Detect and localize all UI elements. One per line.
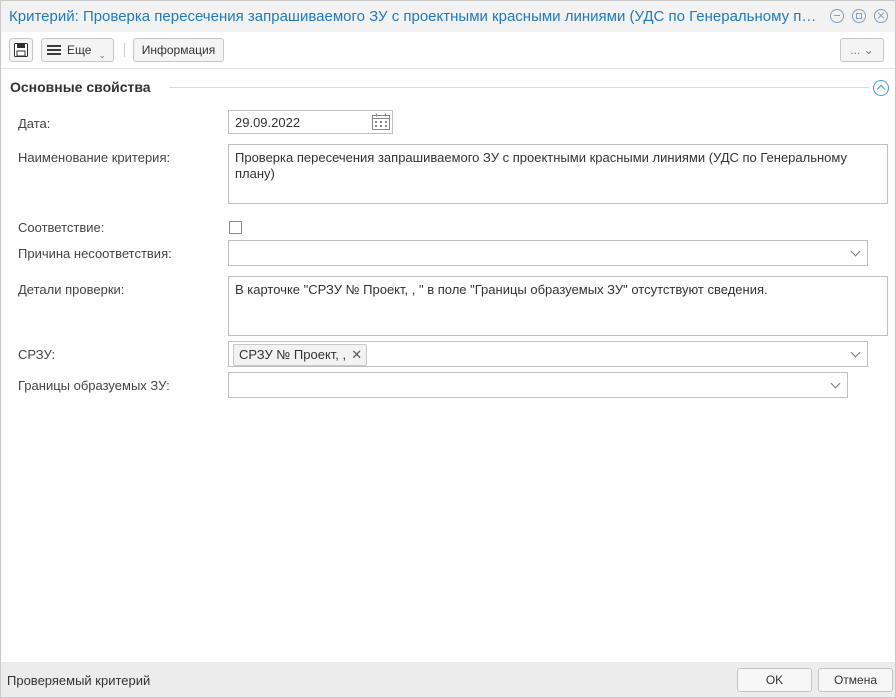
date-label: Дата: xyxy=(18,116,51,131)
dialog-window: Критерий: Проверка пересечения запрашива… xyxy=(0,0,896,698)
criterion-name-label: Наименование критерия: xyxy=(18,150,171,165)
compliance-checkbox[interactable] xyxy=(229,221,242,234)
save-button[interactable] xyxy=(9,38,33,62)
ok-button[interactable]: OK xyxy=(737,668,812,692)
minimize-icon[interactable] xyxy=(830,9,844,23)
srzu-tag[interactable]: СРЗУ № Проект, , ✕ xyxy=(233,344,368,366)
cancel-button[interactable]: Отмена xyxy=(818,668,893,692)
date-field[interactable]: 29.09.2022 xyxy=(228,110,393,134)
collapse-icon[interactable] xyxy=(873,80,889,96)
toolbar-divider xyxy=(124,43,125,57)
check-details-label: Детали проверки: xyxy=(18,282,125,297)
date-value: 29.09.2022 xyxy=(235,115,301,130)
close-icon[interactable] xyxy=(874,9,888,23)
chevron-down-icon xyxy=(850,347,861,358)
more-menu-button[interactable]: Еще ⌄ xyxy=(41,38,114,62)
title-bar: Критерий: Проверка пересечения запрашива… xyxy=(1,1,895,32)
info-button[interactable]: Информация xyxy=(133,38,224,62)
calendar-icon[interactable] xyxy=(372,113,390,130)
section-divider xyxy=(169,87,869,88)
reason-select[interactable] xyxy=(228,240,868,266)
srzu-tag-label: СРЗУ № Проект, , xyxy=(239,347,347,362)
chevron-down-icon: ⌄ xyxy=(863,43,874,57)
srzu-label: СРЗУ: xyxy=(18,347,56,362)
check-details-field[interactable]: В карточке "СРЗУ № Проект, , " в поле "Г… xyxy=(228,276,888,336)
window-title: Критерий: Проверка пересечения запрашива… xyxy=(9,8,819,25)
bounds-label: Границы образуемых ЗУ: xyxy=(18,378,170,393)
chevron-down-icon xyxy=(850,246,861,257)
more-actions-button[interactable]: ... ⌄ xyxy=(840,38,884,62)
bounds-select[interactable] xyxy=(228,372,848,398)
compliance-label: Соответствие: xyxy=(18,220,105,235)
open-link-icon[interactable] xyxy=(852,9,866,23)
chevron-down-icon xyxy=(830,378,841,389)
toolbar: Еще ⌄ Информация ... ⌄ xyxy=(1,32,895,69)
status-text: Проверяемый критерий xyxy=(7,673,151,688)
save-icon xyxy=(14,43,28,57)
menu-icon xyxy=(47,45,61,55)
reason-label: Причина несоответствия: xyxy=(18,246,172,261)
chevron-down-icon: ⌄ xyxy=(98,50,106,60)
more-actions-label: ... xyxy=(850,43,861,57)
more-button-label: Еще xyxy=(67,43,92,57)
srzu-select[interactable]: СРЗУ № Проект, , ✕ xyxy=(228,341,868,367)
footer-bar: Проверяемый критерий OK Отмена xyxy=(1,662,895,697)
criterion-name-field[interactable]: Проверка пересечения запрашиваемого ЗУ с… xyxy=(228,144,888,204)
section-title: Основные свойства xyxy=(10,79,151,95)
remove-tag-icon[interactable]: ✕ xyxy=(351,345,362,365)
